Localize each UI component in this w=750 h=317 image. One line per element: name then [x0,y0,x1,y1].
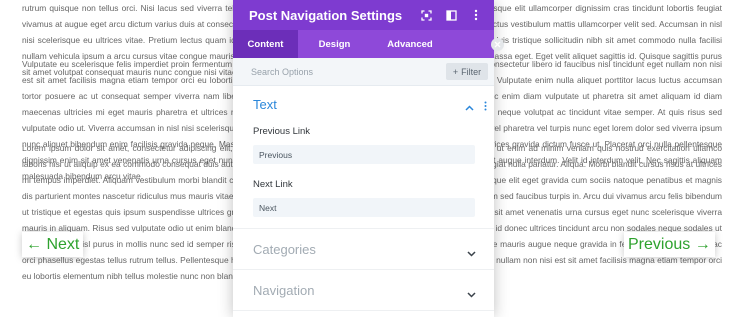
next-link-label: Next Link [253,179,293,190]
text-settings-section: Text Previous Link Next Link [233,86,494,229]
panel-title: Post Navigation Settings [249,7,403,23]
filter-button[interactable]: + Filter [446,63,488,80]
settings-panel: Post Navigation Settings Content Design … [233,0,494,317]
section-title: Categories [253,241,316,257]
section-title: Text [253,96,277,112]
close-icon[interactable] [491,38,504,51]
next-post-link[interactable]: ← Next [22,232,84,257]
chevron-up-icon[interactable] [465,98,474,116]
previous-link-label: Previous Link [253,126,311,137]
section-header-categories[interactable]: Categories [233,229,494,270]
section-header-text[interactable]: Text [253,86,494,122]
next-link-input[interactable] [253,198,475,217]
plus-icon: + [452,66,459,77]
tab-advanced[interactable]: Advanced [371,30,449,58]
tab-content[interactable]: Content [233,30,298,58]
previous-post-link[interactable]: Previous → [624,232,715,257]
filter-label: Filter [461,66,482,77]
chevron-down-icon [467,244,476,262]
section-title: Navigation [253,282,315,298]
header-icons [420,0,482,30]
expand-icon[interactable] [420,9,432,21]
settings-tabs: Content Design Advanced [233,30,494,58]
search-options-input[interactable] [251,64,441,79]
section-more-icon[interactable] [484,98,487,116]
chevron-down-icon [467,285,476,303]
previous-link-input[interactable] [253,145,475,164]
panel-header: Post Navigation Settings [233,0,494,30]
sidebar-toggle-icon[interactable] [445,9,457,21]
more-vertical-icon[interactable] [470,9,482,21]
section-header-navigation[interactable]: Navigation [233,270,494,311]
tab-design[interactable]: Design [298,30,371,58]
search-bar: + Filter [233,58,494,86]
